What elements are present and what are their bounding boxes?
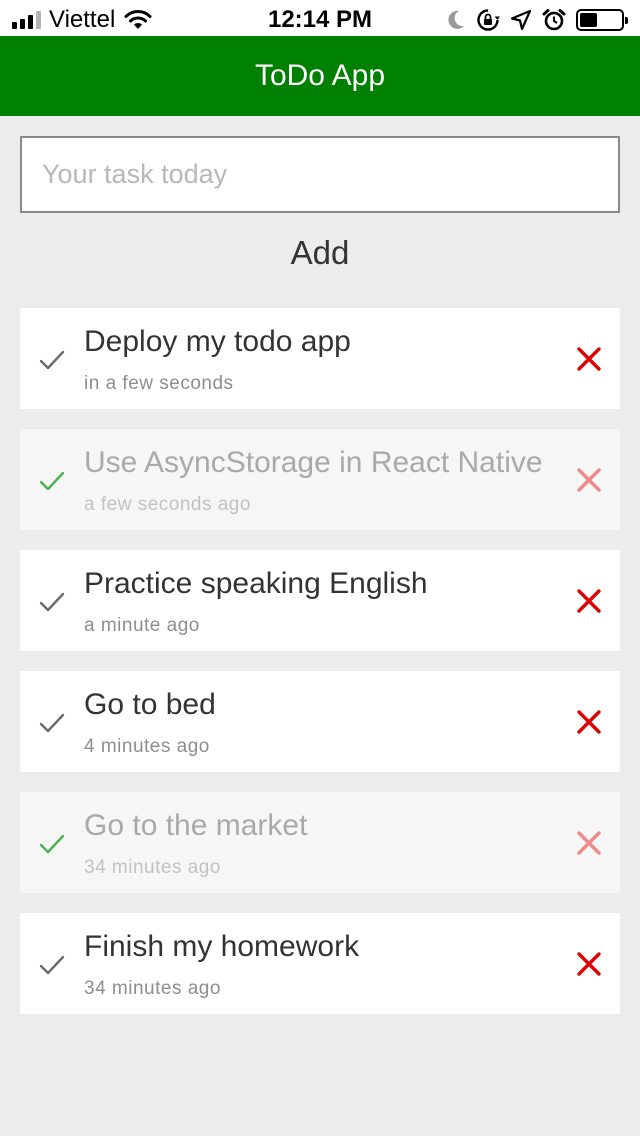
task-time: a minute ago [84, 615, 200, 636]
check-icon[interactable] [38, 830, 66, 858]
task-title: Use AsyncStorage in React Native [84, 446, 543, 479]
task-time: in a few seconds [84, 373, 234, 394]
task-item: Go to bed 4 minutes ago [20, 671, 620, 772]
task-item: Practice speaking English a minute ago [20, 550, 620, 651]
task-list: Deploy my todo app in a few seconds Use … [20, 308, 620, 1034]
delete-icon[interactable] [576, 346, 602, 372]
alarm-icon [542, 9, 566, 31]
check-icon[interactable] [38, 709, 66, 737]
task-time: 4 minutes ago [84, 736, 210, 757]
delete-icon[interactable] [576, 588, 602, 614]
check-icon[interactable] [38, 588, 66, 616]
orientation-lock-icon [477, 9, 500, 31]
battery-icon [576, 9, 628, 31]
task-title: Finish my homework [84, 930, 360, 963]
delete-icon[interactable] [576, 951, 602, 977]
add-button[interactable]: Add [220, 224, 420, 280]
task-item: Deploy my todo app in a few seconds [20, 308, 620, 409]
delete-icon[interactable] [576, 830, 602, 856]
task-item: Use AsyncStorage in React Native a few s… [20, 429, 620, 530]
task-time: 34 minutes ago [84, 857, 221, 878]
check-icon[interactable] [38, 467, 66, 495]
task-time: 34 minutes ago [84, 978, 221, 999]
delete-icon[interactable] [576, 467, 602, 493]
moon-icon [448, 10, 464, 29]
app-title: ToDo App [254, 59, 386, 92]
task-title: Go to the market [84, 809, 308, 842]
task-input[interactable] [20, 136, 620, 213]
task-item: Finish my homework 34 minutes ago [20, 913, 620, 1014]
task-title: Deploy my todo app [84, 325, 351, 358]
delete-icon[interactable] [576, 709, 602, 735]
task-time: a few seconds ago [84, 494, 251, 515]
app-header: ToDo App [0, 36, 640, 116]
check-icon[interactable] [38, 346, 66, 374]
battery-fill [580, 13, 597, 27]
task-title: Go to bed [84, 688, 216, 721]
status-right [446, 7, 628, 33]
task-title: Practice speaking English [84, 567, 428, 600]
location-arrow-icon [510, 9, 532, 31]
status-bar: Viettel 12:14 PM [0, 0, 640, 40]
task-item: Go to the market 34 minutes ago [20, 792, 620, 893]
check-icon[interactable] [38, 951, 66, 979]
